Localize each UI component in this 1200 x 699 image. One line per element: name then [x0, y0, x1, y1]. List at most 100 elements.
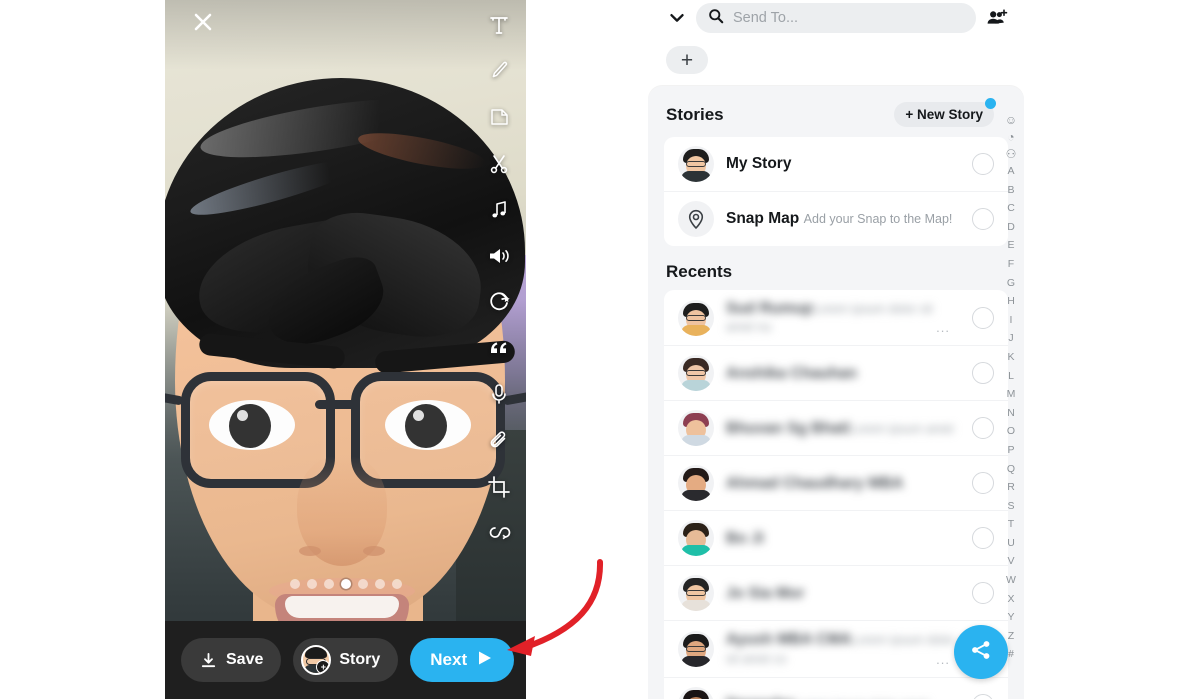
page-dot[interactable]	[374, 579, 385, 589]
snap-page-dots	[165, 579, 526, 589]
index-letter-I[interactable]: I	[1010, 312, 1013, 330]
save-button[interactable]: Save	[181, 638, 282, 682]
page-dot-active[interactable]	[340, 579, 351, 589]
recent-row-text: Anshika Chauhan	[726, 364, 960, 383]
pencil-icon[interactable]	[477, 52, 521, 90]
index-letter-N[interactable]: N	[1007, 405, 1015, 423]
recent-select-toggle[interactable]	[972, 527, 994, 550]
index-letter-C[interactable]: C	[1007, 200, 1015, 218]
index-letter-W[interactable]: W	[1006, 572, 1016, 590]
index-letter-U[interactable]: U	[1007, 535, 1015, 553]
recent-row[interactable]: Jo Sia Mor	[664, 565, 1008, 620]
alphabet-index[interactable]: ☺ ◔ ⚇ A B C D E F G H I J K L M N O P Q R S T U V W X Y Z #	[1000, 112, 1022, 664]
recent-row[interactable]: Sud RumupLorem ipsum dolor sit amet nu..…	[664, 290, 1008, 345]
page-dot[interactable]	[391, 579, 402, 589]
screenshot-root: Save + Story Next Send To... + Stories +…	[0, 0, 1200, 699]
recent-select-toggle[interactable]	[972, 306, 994, 329]
smiley-icon[interactable]: ☺	[1005, 112, 1017, 128]
story-row-my-story[interactable]: My Story	[664, 137, 1008, 191]
map-pin-icon	[678, 201, 714, 237]
recent-row[interactable]: Bhuvan Sg BhatiLorem ipsum amet	[664, 400, 1008, 455]
page-dot[interactable]	[306, 579, 317, 589]
index-letter-G[interactable]: G	[1007, 275, 1015, 293]
index-letter-H[interactable]: H	[1007, 293, 1015, 311]
snap-tool-rail	[472, 0, 526, 560]
share-button[interactable]	[954, 625, 1008, 679]
index-letter-X[interactable]: X	[1007, 591, 1014, 609]
recents-title: Recents	[666, 262, 733, 281]
index-letter-O[interactable]: O	[1007, 423, 1015, 441]
index-letter-S[interactable]: S	[1007, 498, 1014, 516]
recent-row[interactable]: Bo Ji	[664, 510, 1008, 565]
download-icon	[199, 651, 218, 670]
add-chip-button[interactable]: +	[666, 46, 708, 74]
group-icon[interactable]: ⚇	[1006, 146, 1017, 162]
search-input[interactable]: Send To...	[696, 3, 976, 33]
page-dot[interactable]	[323, 579, 334, 589]
microphone-icon[interactable]	[477, 375, 521, 413]
next-button[interactable]: Next	[410, 638, 515, 682]
stories-card: My Story Snap Map Add your Snap to the M…	[664, 137, 1008, 246]
recent-select-toggle[interactable]	[972, 582, 994, 605]
teeth	[285, 596, 399, 618]
new-story-button[interactable]: + New Story	[894, 98, 996, 127]
page-dot[interactable]	[289, 579, 300, 589]
index-letter-M[interactable]: M	[1007, 386, 1016, 404]
paperclip-icon[interactable]	[477, 422, 521, 460]
story-button-label: Story	[339, 651, 381, 668]
recent-row-text: Ayush MBA CMALorem ipsum dolor sit amet …	[726, 630, 960, 667]
index-letter-L[interactable]: L	[1008, 368, 1014, 386]
add-friends-icon[interactable]	[984, 7, 1010, 29]
scissors-icon[interactable]	[477, 145, 521, 183]
chevron-down-icon[interactable]	[666, 7, 688, 29]
recent-select-toggle[interactable]	[972, 417, 994, 440]
snap-action-bar: Save + Story Next	[165, 621, 526, 699]
index-letter-E[interactable]: E	[1007, 237, 1014, 255]
index-letter-Y[interactable]: Y	[1007, 609, 1014, 627]
crop-icon[interactable]	[477, 468, 521, 506]
index-letter-Q[interactable]: Q	[1007, 461, 1015, 479]
story-select-toggle[interactable]	[972, 208, 994, 230]
index-letter-P[interactable]: P	[1007, 442, 1014, 460]
recent-row[interactable]: Ahmad Chaudhary MBA	[664, 455, 1008, 510]
story-name: Snap Map	[726, 210, 800, 228]
index-letter-B[interactable]: B	[1007, 182, 1014, 200]
story-row-snap-map[interactable]: Snap Map Add your Snap to the Map!	[664, 191, 1008, 246]
index-letter-#[interactable]: #	[1008, 646, 1014, 664]
sticker-icon[interactable]	[477, 98, 521, 136]
quote-icon[interactable]	[477, 329, 521, 367]
loop-icon[interactable]	[477, 514, 521, 552]
index-letter-T[interactable]: T	[1008, 516, 1014, 534]
music-note-icon[interactable]	[477, 191, 521, 229]
avatar	[678, 686, 714, 699]
story-button[interactable]: + Story	[293, 638, 399, 682]
clock-icon[interactable]: ◔	[1007, 129, 1014, 145]
index-letter-Z[interactable]: Z	[1008, 628, 1014, 646]
index-letter-J[interactable]: J	[1008, 330, 1013, 348]
next-button-label: Next	[430, 650, 468, 669]
close-icon[interactable]	[187, 6, 219, 38]
page-dot[interactable]	[357, 579, 368, 589]
index-letter-D[interactable]: D	[1007, 219, 1015, 237]
story-select-toggle[interactable]	[972, 153, 994, 175]
snap-preview-panel: Save + Story Next	[165, 0, 526, 699]
recent-select-toggle[interactable]	[972, 693, 994, 699]
speaker-icon[interactable]	[477, 237, 521, 275]
text-T-icon[interactable]	[477, 6, 521, 44]
index-letter-A[interactable]: A	[1007, 163, 1014, 181]
avatar	[678, 575, 714, 612]
index-letter-F[interactable]: F	[1008, 256, 1014, 274]
recent-row[interactable]: NarenderLorem ipsum dolor amet...	[664, 676, 1008, 699]
save-button-label: Save	[226, 651, 264, 668]
timer-star-icon[interactable]	[477, 283, 521, 321]
new-story-badge	[985, 98, 996, 109]
recent-row[interactable]: Anshika Chauhan	[664, 345, 1008, 400]
avatar	[678, 520, 714, 557]
recent-select-toggle[interactable]	[972, 472, 994, 495]
index-letter-V[interactable]: V	[1007, 553, 1014, 571]
index-letter-R[interactable]: R	[1007, 479, 1015, 497]
plus-icon: +	[680, 48, 694, 72]
hair-warm-highlight	[355, 125, 489, 177]
index-letter-K[interactable]: K	[1007, 349, 1014, 367]
recent-select-toggle[interactable]	[972, 362, 994, 385]
